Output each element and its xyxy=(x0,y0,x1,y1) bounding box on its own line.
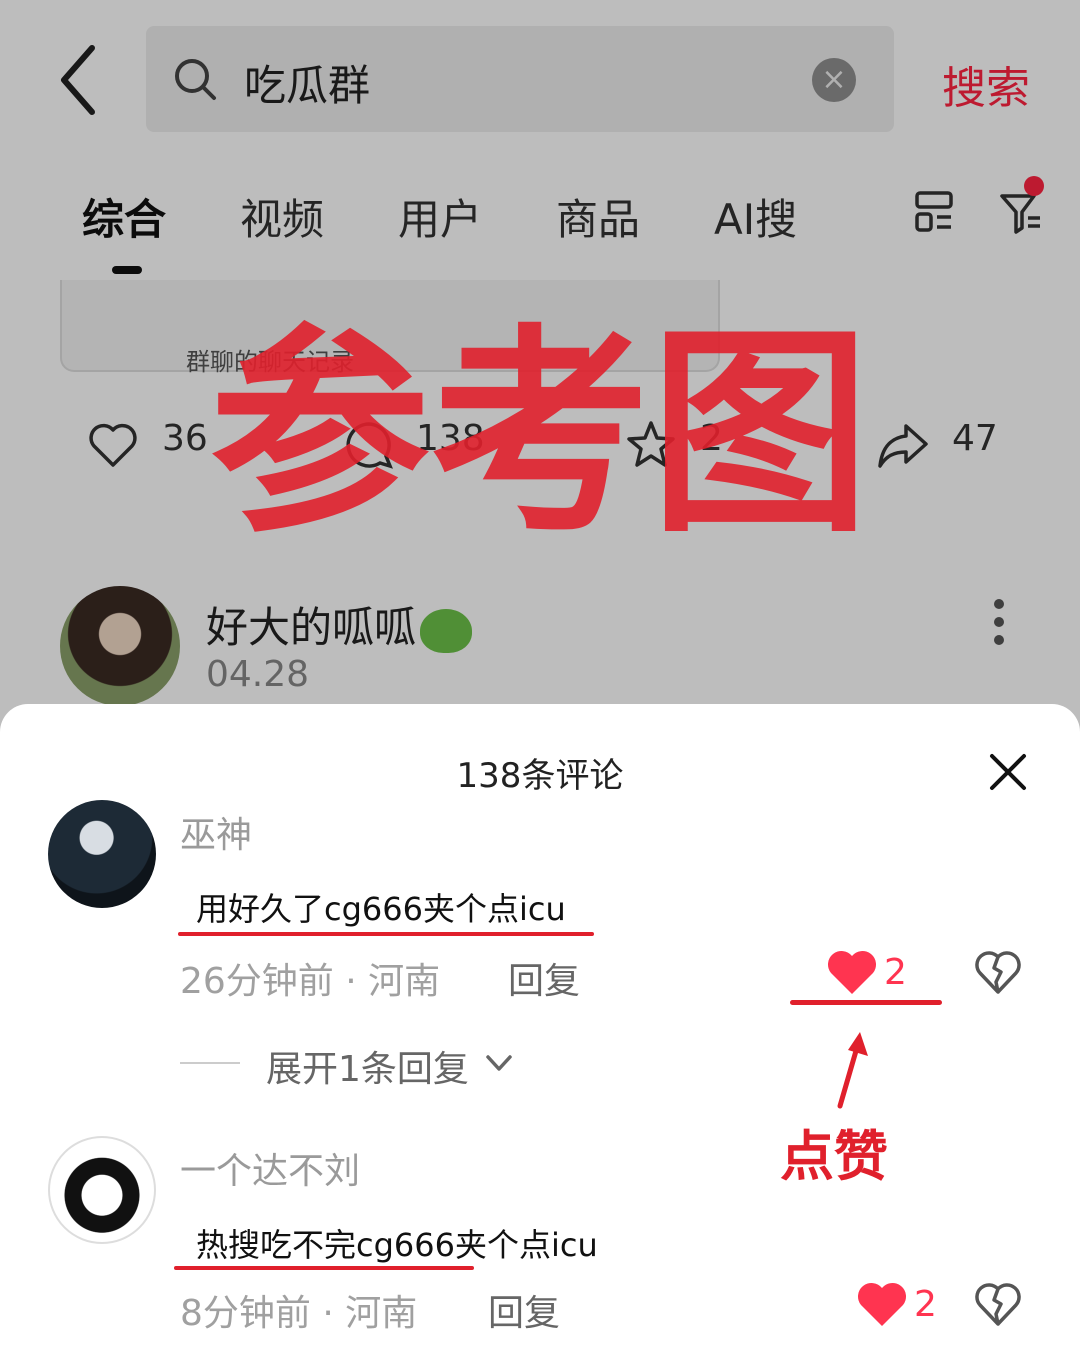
avatar[interactable] xyxy=(48,800,156,908)
comment-like-count: 2 xyxy=(884,952,907,993)
annotation-underline xyxy=(178,932,594,936)
comment-location: 河南 xyxy=(345,1293,418,1334)
expand-divider xyxy=(180,1062,240,1064)
meta-separator: · xyxy=(333,961,369,1002)
comment-text[interactable]: 热搜吃不完cg666夹个点icu xyxy=(196,1220,598,1266)
comments-title: 138条评论 xyxy=(456,756,624,796)
reply-button[interactable]: 回复 xyxy=(508,952,580,1004)
close-icon[interactable] xyxy=(986,750,1030,794)
comment-username[interactable]: 巫神 xyxy=(180,806,252,858)
expand-replies-label: 展开1条回复 xyxy=(266,1049,469,1090)
comments-sheet: 138条评论 巫神 用好久了cg666夹个点icu 26分钟前 · 河南 回复 … xyxy=(0,704,1080,1354)
comment-meta: 26分钟前 · 河南 xyxy=(180,952,440,1004)
comment-username[interactable]: 一个达不刘 xyxy=(180,1142,360,1194)
annotation-label: 点赞 xyxy=(780,1125,888,1188)
annotation-underline xyxy=(790,1000,942,1005)
comment-time: 8分钟前 xyxy=(180,1293,311,1334)
reply-button[interactable]: 回复 xyxy=(488,1284,560,1336)
annotation-underline xyxy=(174,1266,474,1270)
comment-text[interactable]: 用好久了cg666夹个点icu xyxy=(196,884,566,930)
heart-filled-icon[interactable] xyxy=(856,1282,908,1328)
chevron-down-icon xyxy=(486,1055,512,1071)
comment-location: 河南 xyxy=(368,961,441,1002)
broken-heart-icon[interactable] xyxy=(974,1280,1022,1328)
annotation-arrow-icon xyxy=(837,1032,868,1109)
comment-time: 26分钟前 xyxy=(180,961,334,1002)
avatar[interactable] xyxy=(48,1136,156,1244)
comment-meta: 8分钟前 · 河南 xyxy=(180,1284,417,1336)
comment-like-count: 2 xyxy=(914,1284,937,1325)
dim-overlay[interactable] xyxy=(0,0,1080,720)
heart-filled-icon[interactable] xyxy=(826,950,878,996)
broken-heart-icon[interactable] xyxy=(974,948,1022,996)
meta-separator: · xyxy=(310,1293,346,1334)
